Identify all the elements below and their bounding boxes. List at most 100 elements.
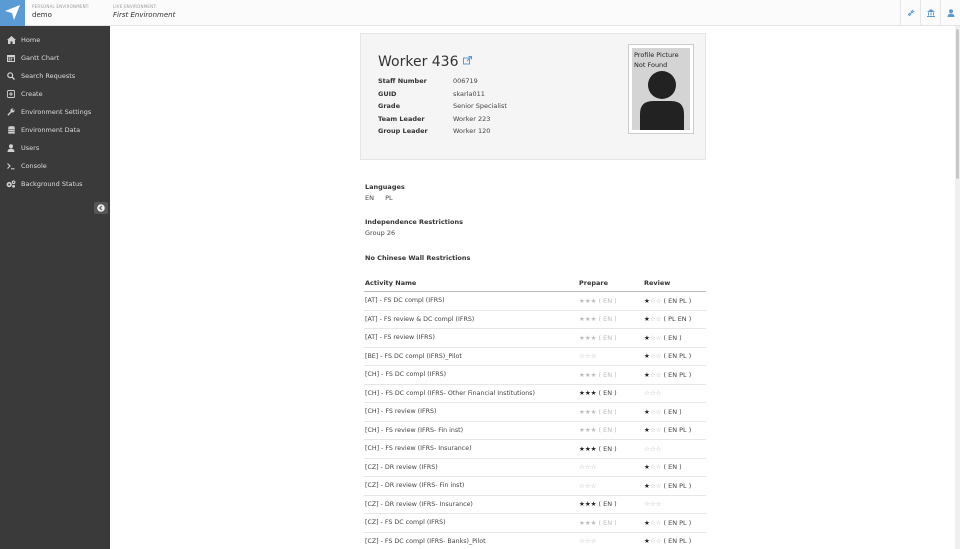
top-right-icons bbox=[900, 0, 960, 26]
header-activity-name: Activity Name bbox=[365, 279, 417, 287]
external-link-icon[interactable] bbox=[462, 55, 472, 68]
table-row[interactable]: [CZ] - DR review (IFRS- Insurance) ★★★( E… bbox=[364, 496, 706, 514]
sidebar-item-home[interactable]: Home bbox=[0, 31, 110, 49]
rating-languages: ( EN ) bbox=[598, 444, 617, 453]
star-rating: ★★★( EN ) bbox=[579, 519, 617, 527]
home-icon bbox=[6, 35, 16, 45]
star-empty-icon: ☆ bbox=[655, 407, 662, 416]
link-icon[interactable] bbox=[900, 0, 920, 26]
star-empty-icon: ☆ bbox=[590, 481, 597, 490]
table-row[interactable]: [CH] - FS DC compl (IFRS- Other Financia… bbox=[364, 385, 706, 403]
info-row-grade: Grade Senior Specialist bbox=[378, 100, 507, 113]
top-bar: PERSONAL ENVIRONMENT: demo LIVE ENVIRONM… bbox=[0, 0, 960, 26]
rating-languages: ( EN ) bbox=[598, 370, 617, 379]
live-environment[interactable]: LIVE ENVIRONMENT: First Environment bbox=[113, 4, 175, 19]
independence-title: Independence Restrictions bbox=[365, 218, 463, 226]
prepare-cell: ★★★( EN ) bbox=[579, 389, 644, 397]
table-row[interactable]: [CZ] - DR review (IFRS- Fin inst) ☆☆☆ ★☆☆(… bbox=[364, 477, 706, 496]
live-env-value: First Environment bbox=[113, 11, 176, 19]
sidebar-item-environment-data[interactable]: Environment Data bbox=[0, 121, 110, 139]
activity-name: [CH] - FS DC compl (IFRS) bbox=[365, 371, 447, 379]
info-key: Group Leader bbox=[378, 127, 428, 136]
language-item: EN bbox=[365, 194, 374, 202]
sidebar-collapse-button[interactable] bbox=[94, 202, 108, 214]
info-key: GUID bbox=[378, 89, 397, 98]
info-value: skarla011 bbox=[453, 89, 485, 98]
page-scrollbar[interactable] bbox=[955, 26, 960, 549]
user-icon[interactable] bbox=[940, 0, 960, 26]
table-row[interactable]: [CH] - FS DC compl (IFRS) ★★★( EN ) ★☆☆( E… bbox=[364, 366, 706, 385]
star-filled-icon: ★ bbox=[590, 389, 597, 398]
activity-name: [CZ] - DR review (IFRS- Insurance) bbox=[365, 500, 473, 508]
sidebar-item-background-status[interactable]: Background Status bbox=[0, 175, 110, 193]
sidebar-item-label: Environment Settings bbox=[21, 108, 92, 116]
star-rating: ★☆☆( EN PL ) bbox=[644, 426, 691, 434]
user-silhouette-icon bbox=[640, 71, 684, 130]
star-empty-icon: ☆ bbox=[655, 370, 662, 379]
star-rating: ☆☆☆ bbox=[579, 537, 596, 545]
activity-name: [CZ] - DR review (IFRS) bbox=[365, 463, 438, 471]
sidebar-item-search-requests[interactable]: Search Requests bbox=[0, 67, 110, 85]
table-row[interactable]: [CZ] - DR review (IFRS) ☆☆☆ ★☆☆( EN ) bbox=[364, 459, 706, 477]
star-empty-icon: ☆ bbox=[655, 389, 662, 398]
rating-languages: ( EN ) bbox=[598, 518, 617, 527]
sidebar-item-console[interactable]: Console bbox=[0, 157, 110, 175]
review-cell: ★☆☆( EN ) bbox=[644, 463, 706, 471]
scrollbar-thumb[interactable] bbox=[956, 29, 959, 179]
personal-environment[interactable]: PERSONAL ENVIRONMENT: demo bbox=[32, 4, 90, 19]
table-row[interactable]: [CH] - FS review (IFRS- Fin inst) ★★★( EN… bbox=[364, 422, 706, 440]
info-row-team-leader: Team Leader Worker 223 bbox=[378, 113, 507, 126]
prepare-cell: ☆☆☆ bbox=[579, 537, 644, 545]
rating-languages: ( EN ) bbox=[663, 333, 682, 342]
review-cell: ☆☆☆ bbox=[644, 389, 706, 397]
review-cell: ★☆☆( EN PL ) bbox=[644, 426, 706, 434]
table-row[interactable]: [CH] - FS review (IFRS- Insurance) ★★★( E… bbox=[364, 440, 706, 459]
activity-name: [CH] - FS review (IFRS) bbox=[365, 408, 437, 416]
sidebar-item-environment-settings[interactable]: Environment Settings bbox=[0, 103, 110, 121]
prepare-cell: ★★★( EN ) bbox=[579, 334, 644, 342]
review-cell: ★☆☆( EN PL ) bbox=[644, 371, 706, 379]
table-row[interactable]: [CZ] - FS DC compl (IFRS- Banks)_Pilot ☆☆… bbox=[364, 533, 706, 549]
table-row[interactable]: [CH] - FS review (IFRS) ★★★( EN ) ★☆☆( EN … bbox=[364, 403, 706, 422]
sidebar-item-label: Search Requests bbox=[21, 72, 76, 80]
languages-section: Languages EN PL bbox=[365, 183, 405, 202]
info-value: Worker 223 bbox=[453, 114, 491, 123]
table-row[interactable]: [AT] - FS review (IFRS) ★★★( EN ) ★☆☆( EN … bbox=[364, 329, 706, 348]
app-logo[interactable] bbox=[0, 0, 25, 26]
star-rating: ☆☆☆ bbox=[579, 482, 596, 490]
star-rating: ★★★( EN ) bbox=[579, 426, 617, 434]
sidebar: Home Gantt Chart Search Requests Create … bbox=[0, 26, 110, 549]
sidebar-item-create[interactable]: Create bbox=[0, 85, 110, 103]
activity-table: Activity Name Prepare Review [AT] - FS D… bbox=[364, 275, 706, 549]
table-row[interactable]: [AT] - FS DC compl (IFRS) ★★★( EN ) ★☆☆( E… bbox=[364, 292, 706, 311]
star-empty-icon: ☆ bbox=[655, 500, 662, 509]
sidebar-item-label: Users bbox=[21, 144, 40, 152]
table-header: Activity Name Prepare Review bbox=[364, 275, 706, 292]
star-rating: ★☆☆( EN PL ) bbox=[644, 519, 691, 527]
sidebar-item-label: Console bbox=[21, 162, 47, 170]
sidebar-item-gantt-chart[interactable]: Gantt Chart bbox=[0, 49, 110, 67]
profile-picture: Profile Picture Not Found bbox=[628, 44, 694, 134]
star-rating: ★☆☆( EN ) bbox=[644, 334, 682, 342]
star-filled-icon: ★ bbox=[590, 500, 597, 509]
calendar-icon bbox=[6, 53, 16, 63]
table-row[interactable]: [BE] - FS DC compl (IFRS)_Pilot ☆☆☆ ★☆☆( E… bbox=[364, 348, 706, 366]
star-empty-icon: ☆ bbox=[655, 537, 662, 546]
review-cell: ★☆☆( EN PL ) bbox=[644, 297, 706, 305]
wrench-icon bbox=[6, 107, 16, 117]
sidebar-item-users[interactable]: Users bbox=[0, 139, 110, 157]
language-item: PL bbox=[385, 194, 393, 202]
bank-icon[interactable] bbox=[920, 0, 940, 26]
table-row[interactable]: [AT] - FS review & DC compl (IFRS) ★★★( E… bbox=[364, 311, 706, 329]
table-row[interactable]: [CZ] - FS DC compl (IFRS) ★★★( EN ) ★☆☆( E… bbox=[364, 514, 706, 533]
star-rating: ☆☆☆ bbox=[644, 500, 661, 508]
star-empty-icon: ☆ bbox=[655, 426, 662, 435]
info-key: Staff Number bbox=[378, 77, 427, 86]
avatar: Profile Picture Not Found bbox=[632, 48, 690, 130]
languages-list: EN PL bbox=[365, 194, 405, 202]
prepare-cell: ★★★( EN ) bbox=[579, 371, 644, 379]
prepare-cell: ★★★( EN ) bbox=[579, 408, 644, 416]
star-empty-icon: ☆ bbox=[655, 333, 662, 342]
star-rating: ★☆☆( EN PL ) bbox=[644, 297, 691, 305]
rating-languages: ( EN ) bbox=[663, 463, 682, 472]
